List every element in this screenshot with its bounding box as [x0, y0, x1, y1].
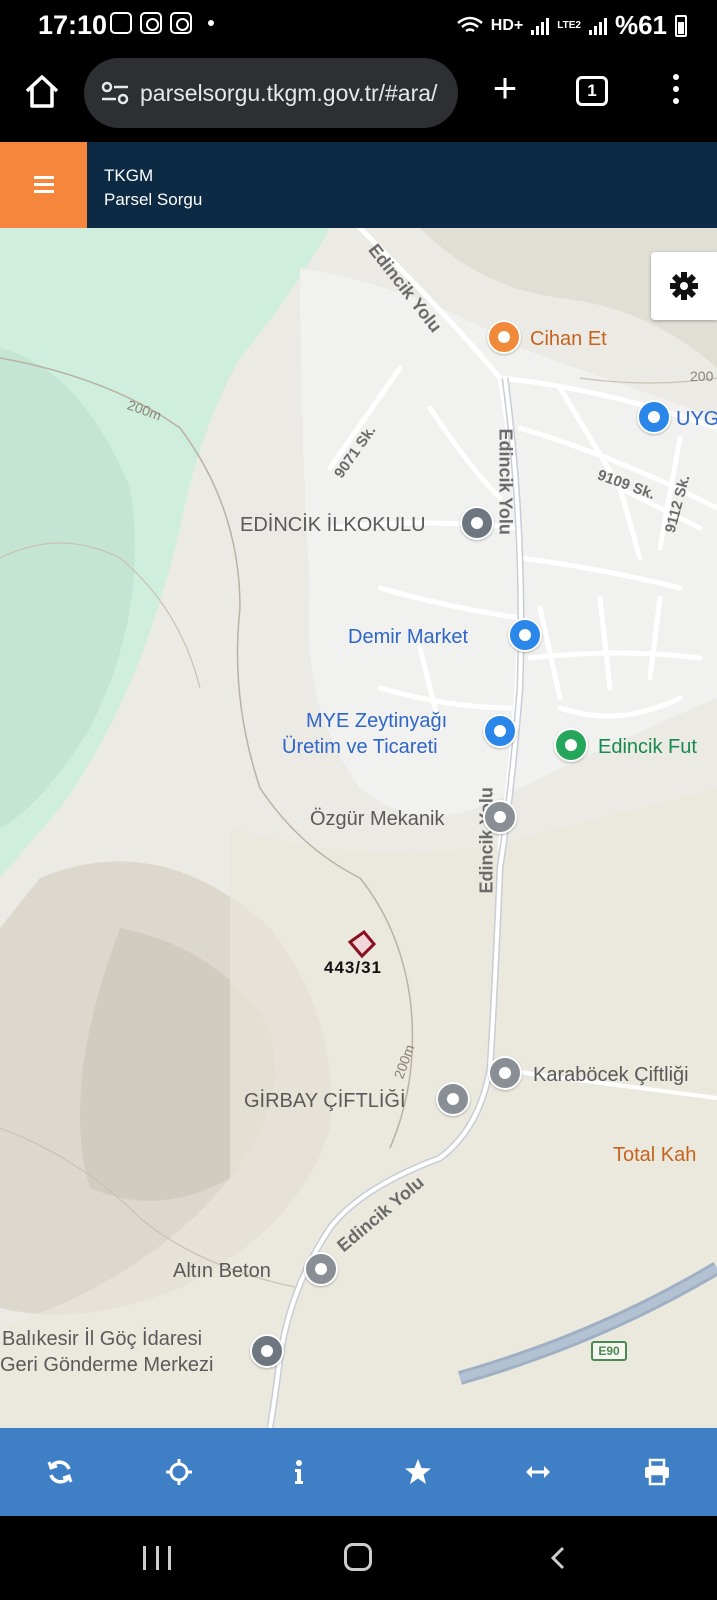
place-girbay[interactable]: GİRBAY ÇİFTLİĞİ — [244, 1090, 406, 1113]
browser-toolbar: parselsorgu.tkgm.gov.tr/#ara/ + 1 — [0, 50, 717, 142]
home-nav-button[interactable] — [344, 1543, 372, 1571]
url-text: parselsorgu.tkgm.gov.tr/#ara/ — [140, 80, 438, 106]
wifi-icon — [456, 16, 483, 32]
place-mye-line1[interactable]: MYE Zeytinyağı — [306, 710, 447, 733]
favorite-button[interactable] — [359, 1428, 479, 1516]
sports-icon[interactable] — [554, 728, 588, 762]
place-balikesir-line2[interactable]: Geri Gönderme Merkezi — [0, 1354, 213, 1377]
battery-icon — [675, 14, 687, 37]
recents-button[interactable] — [143, 1546, 171, 1570]
street-edincik-yolu-mid: Edincik Yolu — [495, 428, 516, 535]
app-header: TKGM Parsel Sorgu — [0, 142, 717, 228]
locate-button[interactable] — [120, 1428, 240, 1516]
place-karabocek[interactable]: Karaböcek Çiftliği — [533, 1064, 689, 1087]
refresh-button[interactable] — [0, 1428, 120, 1516]
refresh-icon — [47, 1460, 73, 1484]
back-icon[interactable] — [548, 1546, 568, 1570]
location-pin-icon-2[interactable] — [488, 1056, 522, 1090]
info-icon — [294, 1460, 303, 1484]
place-altin-beton[interactable]: Altın Beton — [173, 1260, 271, 1283]
location-pin-icon-3[interactable] — [436, 1082, 470, 1116]
location-pin-icon-4[interactable] — [304, 1252, 338, 1286]
star-icon — [405, 1459, 432, 1484]
network-type: HD+ — [490, 16, 524, 34]
battery-percent: %61 — [614, 10, 667, 40]
shopping-icon[interactable] — [637, 400, 671, 434]
tab-switcher-button[interactable]: 1 — [576, 76, 608, 106]
status-time: 17:10 — [38, 10, 108, 40]
place-mye-line2[interactable]: Üretim ve Ticareti — [282, 736, 438, 759]
lte-label: LTE2 — [557, 19, 581, 31]
map-view[interactable]: Edincik Yolu Edincik Yolu Edincik Yolu E… — [0, 228, 717, 1428]
system-nav-bar — [0, 1516, 717, 1600]
home-icon[interactable] — [22, 72, 62, 112]
government-building-icon[interactable] — [250, 1334, 284, 1368]
place-total-kah[interactable]: Total Kah — [613, 1144, 696, 1167]
new-tab-button[interactable]: + — [485, 67, 525, 110]
cart-icon[interactable] — [508, 618, 542, 652]
more-notifications-dot — [208, 20, 214, 26]
site-settings-icon[interactable] — [100, 80, 130, 106]
school-icon[interactable] — [460, 506, 494, 540]
place-uyg[interactable]: UYG — [676, 408, 717, 431]
status-right: HD+ LTE2 %61 — [456, 10, 687, 41]
place-cihan-et[interactable]: Cihan Et — [530, 328, 607, 351]
location-pin-icon[interactable] — [483, 800, 517, 834]
url-bar[interactable]: parselsorgu.tkgm.gov.tr/#ara/ — [84, 58, 458, 128]
locate-icon — [166, 1459, 193, 1485]
highway-badge: E90 — [591, 1341, 627, 1361]
app-title-line2: Parsel Sorgu — [104, 190, 203, 209]
map-settings-button[interactable] — [651, 252, 717, 320]
contour-200-c: 200 — [690, 368, 714, 384]
signal-icon-2 — [588, 17, 607, 35]
app-title-line1: TKGM — [104, 166, 154, 185]
parcel-label[interactable]: 443/31 — [324, 958, 382, 978]
cart-icon-2[interactable] — [483, 714, 517, 748]
place-edincik-ilkokulu[interactable]: EDİNCİK İLKOKULU — [240, 514, 426, 537]
measure-button[interactable] — [478, 1428, 598, 1516]
measure-icon — [525, 1466, 550, 1478]
place-demir-market[interactable]: Demir Market — [348, 626, 468, 649]
notification-icons — [110, 12, 214, 34]
print-icon — [645, 1458, 670, 1486]
info-button[interactable] — [239, 1428, 359, 1516]
app-title: TKGM Parsel Sorgu — [104, 164, 202, 212]
restaurant-icon[interactable] — [487, 320, 521, 354]
print-button[interactable] — [598, 1428, 717, 1516]
status-bar: 17:10 HD+ LTE2 %61 — [0, 0, 717, 50]
browser-menu-icon[interactable] — [668, 74, 684, 110]
hamburger-menu-button[interactable] — [0, 142, 87, 228]
map-toolbar — [0, 1428, 717, 1516]
place-balikesir-line1[interactable]: Balıkesir İl Göç İdaresi — [2, 1328, 202, 1351]
place-ozgur-mekanik[interactable]: Özgür Mekanik — [310, 808, 445, 831]
gear-icon — [670, 272, 698, 300]
place-edincik-fut[interactable]: Edincik Fut — [598, 736, 697, 759]
instagram-icon — [140, 12, 162, 34]
instagram-icon-2 — [170, 12, 192, 34]
signal-icon — [531, 17, 550, 35]
gallery-icon — [110, 12, 132, 34]
